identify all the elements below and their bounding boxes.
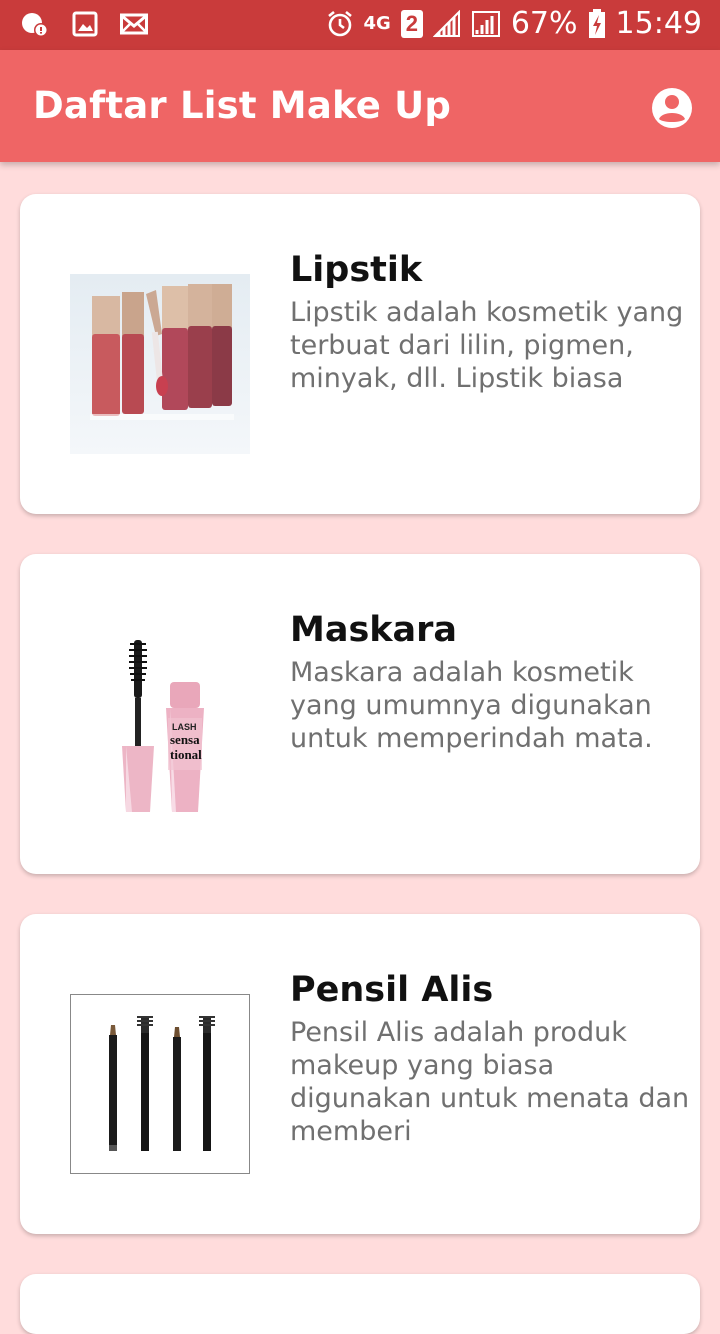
item-title: Maskara xyxy=(290,610,458,650)
status-bar: 4G 2 67% 15:49 xyxy=(0,0,720,50)
account-circle-icon xyxy=(652,88,692,128)
list-item-partial[interactable] xyxy=(20,1274,700,1334)
item-description: Pensil Alis adalah produk makeup yang bi… xyxy=(290,1017,690,1147)
battery-percent: 67% xyxy=(510,6,578,41)
signal-icon xyxy=(432,9,460,37)
item-title: Lipstik xyxy=(290,250,423,290)
page-title: Daftar List Make Up xyxy=(33,84,452,127)
list-item-pensil-alis[interactable]: Pensil Alis Pensil Alis adalah produk ma… xyxy=(20,914,700,1234)
clock: 15:49 xyxy=(615,6,702,41)
lipstick-image xyxy=(70,274,250,454)
battery-charging-icon xyxy=(588,8,605,38)
system-icons: 4G 2 67% 15:49 xyxy=(326,6,702,41)
mascara-image: LASH sensa tional xyxy=(70,634,250,814)
gallery-icon xyxy=(72,11,98,37)
list-item-maskara[interactable]: LASH sensa tional Maskara Maskara adalah… xyxy=(20,554,700,874)
mail-icon xyxy=(120,13,148,35)
eyebrow-pencil-image xyxy=(70,994,250,1174)
item-description: Lipstik adalah kosmetik yang terbuat dar… xyxy=(290,297,684,394)
svg-text:sensa: sensa xyxy=(170,732,200,747)
network-type: 4G xyxy=(363,12,391,34)
svg-text:tional: tional xyxy=(170,747,202,762)
svg-text:LASH: LASH xyxy=(172,722,197,732)
item-title: Pensil Alis xyxy=(290,970,494,1010)
signal-icon-2 xyxy=(471,10,500,37)
item-description: Maskara adalah kosmetik yang umumnya dig… xyxy=(290,657,653,754)
list-item-lipstik[interactable]: Lipstik Lipstik adalah kosmetik yang ter… xyxy=(20,194,700,514)
notification-icons xyxy=(20,10,148,40)
alarm-icon xyxy=(327,10,352,36)
sim-slot-badge: 2 xyxy=(400,9,423,38)
account-button[interactable] xyxy=(650,86,694,130)
notification-alert-icon xyxy=(22,13,48,37)
app-bar: Daftar List Make Up xyxy=(0,50,720,162)
